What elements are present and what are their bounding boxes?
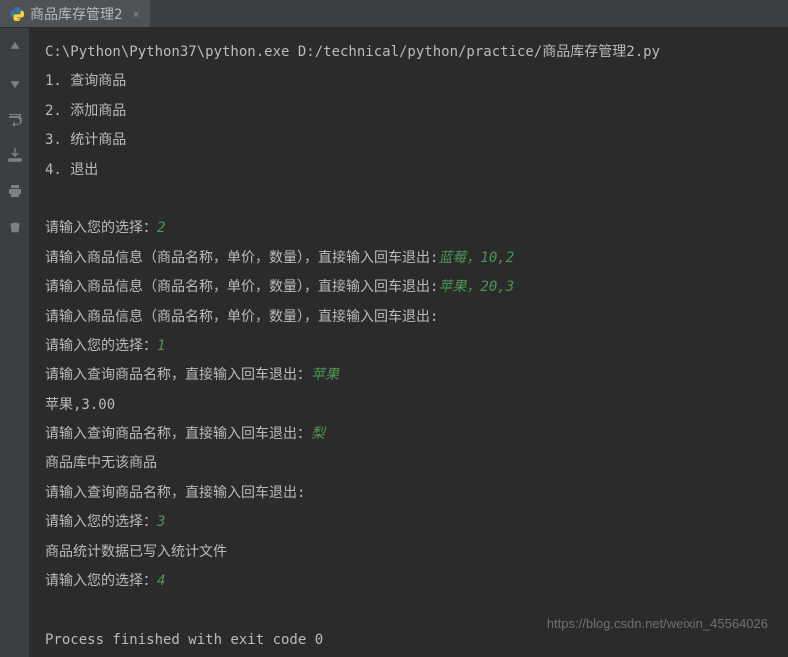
console-line: 请输入您的选择：3 <box>45 508 773 537</box>
python-icon <box>10 7 24 21</box>
console-line: 2. 添加商品 <box>45 97 773 126</box>
console-line: 苹果,3.00 <box>45 391 773 420</box>
console-line: 商品统计数据已写入统计文件 <box>45 538 773 567</box>
trash-icon[interactable] <box>6 218 24 236</box>
console-line: 4. 退出 <box>45 156 773 185</box>
console-line: 1. 查询商品 <box>45 67 773 96</box>
console-line: 请输入商品信息（商品名称，单价，数量），直接输入回车退出:蓝莓，10,2 <box>45 244 773 273</box>
user-input: 3 <box>157 514 165 530</box>
tab-active[interactable]: 商品库存管理2 × <box>0 0 150 27</box>
arrow-down-icon[interactable] <box>6 74 24 92</box>
arrow-up-icon[interactable] <box>6 38 24 56</box>
console-line: 请输入商品信息（商品名称，单价，数量），直接输入回车退出:苹果，20,3 <box>45 273 773 302</box>
console-output: C:\Python\Python37\python.exe D:/technic… <box>30 28 788 657</box>
tab-bar: 商品库存管理2 × <box>0 0 788 28</box>
console-line: 请输入查询商品名称，直接输入回车退出: <box>45 479 773 508</box>
user-input: 2 <box>157 220 165 236</box>
console-line: 请输入查询商品名称，直接输入回车退出：梨 <box>45 420 773 449</box>
wrap-icon[interactable] <box>6 110 24 128</box>
user-input: 苹果，20,3 <box>438 279 514 295</box>
console-line: 请输入您的选择：4 <box>45 567 773 596</box>
print-icon[interactable] <box>6 182 24 200</box>
gutter-toolbar <box>0 28 30 657</box>
console-line: 商品库中无该商品 <box>45 449 773 478</box>
console-line: 请输入查询商品名称，直接输入回车退出：苹果 <box>45 361 773 390</box>
console-line: 请输入您的选择：1 <box>45 332 773 361</box>
console-line: 3. 统计商品 <box>45 126 773 155</box>
user-input: 梨 <box>311 426 325 442</box>
console-line <box>45 185 773 214</box>
user-input: 蓝莓，10,2 <box>438 250 514 266</box>
console-line: 请输入您的选择：2 <box>45 214 773 243</box>
main-area: C:\Python\Python37\python.exe D:/technic… <box>0 28 788 657</box>
console-line: C:\Python\Python37\python.exe D:/technic… <box>45 38 773 67</box>
close-icon[interactable]: × <box>132 7 139 21</box>
user-input: 1 <box>157 338 165 354</box>
watermark: https://blog.csdn.net/weixin_45564026 <box>547 610 768 637</box>
tab-title: 商品库存管理2 <box>30 4 122 24</box>
console-line: 请输入商品信息（商品名称，单价，数量），直接输入回车退出: <box>45 303 773 332</box>
user-input: 4 <box>157 573 165 589</box>
user-input: 苹果 <box>311 367 339 383</box>
download-icon[interactable] <box>6 146 24 164</box>
